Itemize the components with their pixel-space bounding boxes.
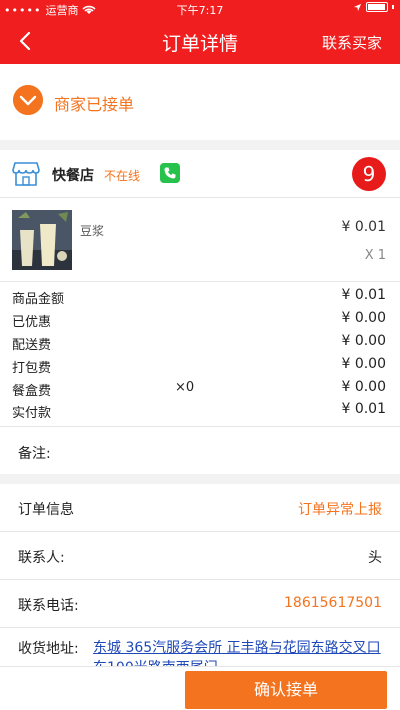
contact-buyer-button[interactable]: 联系买家 <box>322 32 382 53</box>
phone-number-link[interactable]: 18615617501 <box>284 595 382 611</box>
order-status-text: 商家已接单 <box>54 95 135 114</box>
fee-extra: ×0 <box>175 380 195 395</box>
confirm-order-button[interactable]: 确认接单 <box>185 671 387 709</box>
remark-row: 备注: <box>0 426 400 474</box>
report-exception-button[interactable]: 订单异常上报 <box>298 499 382 519</box>
product-quantity: X 1 <box>364 248 386 263</box>
fee-value: ¥ 0.01 <box>341 401 386 417</box>
fee-row: 商品金额 ¥ 0.01 <box>12 286 386 307</box>
address-row: 收货地址: 东城 365汽服务会所 正丰路与花园东路交叉口东100米路南西尾门 <box>0 628 400 668</box>
fee-value: ¥ 0.00 <box>341 379 386 395</box>
fee-label: 打包费 <box>12 361 52 376</box>
product-image <box>12 210 72 270</box>
order-number-badge: 9 <box>352 157 386 191</box>
fee-row: 实付款 ¥ 0.01 <box>12 400 386 421</box>
battery-cap-icon <box>392 5 394 9</box>
remark-label: 备注: <box>18 446 51 462</box>
order-card: 快餐店 不在线 9 豆浆 ¥ 0.01 X 1 商品金额 ¥ 0.01 已优惠 … <box>0 150 400 474</box>
fee-row: 餐盒费 ×0 ¥ 0.00 <box>12 378 386 399</box>
contact-value: 头 <box>368 550 382 566</box>
status-bar: ••••• 运营商 下午7:17 <box>0 0 400 18</box>
order-info-title: 订单信息 <box>18 502 74 518</box>
fee-value: ¥ 0.01 <box>341 287 386 303</box>
order-status-section: 商家已接单 <box>0 64 400 140</box>
shop-icon <box>12 162 40 186</box>
product-row: 豆浆 ¥ 0.01 X 1 <box>0 198 400 282</box>
address-label: 收货地址: <box>18 641 79 657</box>
fee-label: 餐盒费 <box>12 384 52 399</box>
shop-status: 不在线 <box>104 169 141 183</box>
product-price: ¥ 0.01 <box>341 219 386 235</box>
shop-row: 快餐店 不在线 9 <box>0 150 400 198</box>
fee-label: 配送费 <box>12 338 52 353</box>
contact-row: 联系人: 头 <box>0 532 400 580</box>
address-link[interactable]: 东城 365汽服务会所 正丰路与花园东路交叉口东100米路南西尾门 <box>93 638 383 668</box>
status-time: 下午7:17 <box>176 4 224 17</box>
product-name: 豆浆 <box>80 224 105 238</box>
fee-label: 已优惠 <box>12 315 52 330</box>
phone-icon[interactable] <box>160 163 180 183</box>
bottom-action-bar: 确认接单 <box>0 666 400 710</box>
fee-value: ¥ 0.00 <box>341 333 386 349</box>
location-icon <box>353 3 362 11</box>
fee-row: 打包费 ¥ 0.00 <box>12 355 386 376</box>
contact-label: 联系人: <box>18 550 65 566</box>
phone-row: 联系电话: 18615617501 <box>0 580 400 628</box>
fee-row: 已优惠 ¥ 0.00 <box>12 309 386 330</box>
fee-value: ¥ 0.00 <box>341 310 386 326</box>
shop-name: 快餐店 <box>52 168 94 184</box>
nav-bar: 订单详情 联系买家 <box>0 18 400 64</box>
battery-icon <box>366 2 388 12</box>
fee-value: ¥ 0.00 <box>341 356 386 372</box>
status-right <box>353 2 394 12</box>
fee-row: 配送费 ¥ 0.00 <box>12 332 386 353</box>
check-icon <box>13 85 43 115</box>
phone-label: 联系电话: <box>18 598 79 614</box>
order-info-header-row: 订单信息 订单异常上报 <box>0 484 400 532</box>
fee-label: 商品金额 <box>12 292 65 307</box>
fee-label: 实付款 <box>12 406 52 421</box>
